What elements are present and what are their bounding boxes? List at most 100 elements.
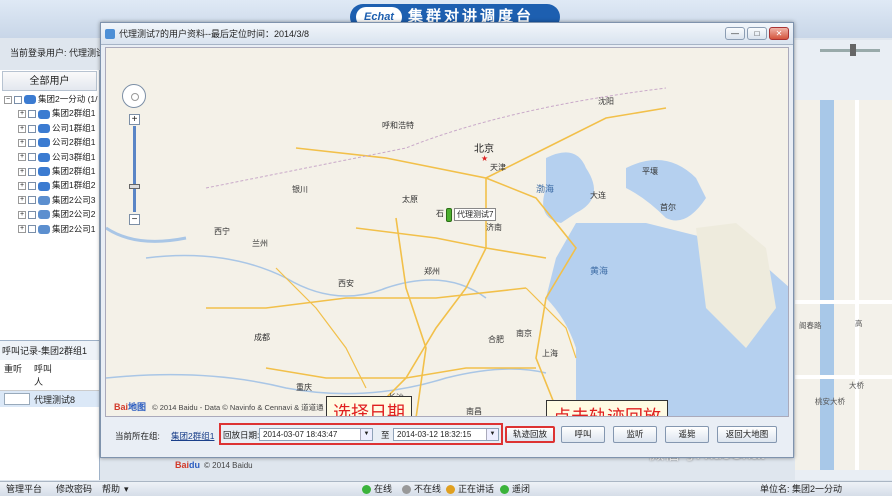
- expand-icon[interactable]: +: [18, 210, 26, 219]
- tree-item-label: 公司1群组1: [52, 122, 96, 133]
- pan-control[interactable]: [122, 84, 146, 108]
- offline-icon: [402, 485, 411, 495]
- help-dropdown-icon[interactable]: ▾: [124, 482, 129, 496]
- group-icon: [38, 195, 50, 205]
- city-label: 南昌: [466, 407, 482, 416]
- date-to-field[interactable]: 2014-03-12 18:32:15 ▼: [393, 428, 499, 441]
- expand-icon[interactable]: +: [18, 138, 26, 147]
- road: [855, 100, 859, 470]
- call-log-row[interactable]: 代理测试8: [0, 391, 99, 407]
- user-info-dialog: 代理测试7的用户资料--最后定位时间：2014/3/8 — □ ✕ + − 沈阳…: [100, 22, 794, 458]
- tree-item-label: 集团2群组1: [52, 165, 96, 176]
- zoom-slider[interactable]: [133, 126, 136, 212]
- expand-icon[interactable]: +: [18, 110, 26, 119]
- remote-icon: [500, 485, 509, 495]
- city-label: 银川: [292, 185, 308, 194]
- tree-checkbox[interactable]: [28, 167, 36, 176]
- group-icon: [38, 124, 50, 134]
- location-pin-icon: [446, 208, 452, 222]
- expand-icon[interactable]: +: [18, 167, 26, 176]
- city-label: 合肥: [488, 335, 504, 344]
- expand-icon[interactable]: +: [18, 196, 26, 205]
- expand-icon[interactable]: +: [18, 182, 26, 191]
- menu-help[interactable]: 帮助: [102, 482, 120, 496]
- map-view[interactable]: + − 沈阳 呼和浩特 北京 天津 大连 平壤 首尔 银川 太原 石 济南 西宁…: [105, 47, 789, 417]
- expand-icon[interactable]: +: [18, 124, 26, 133]
- app-icon: [105, 29, 115, 39]
- zoom-slider-knob[interactable]: [129, 184, 140, 189]
- all-users-tab[interactable]: 全部用户: [2, 71, 97, 91]
- tree-checkbox[interactable]: [28, 182, 36, 191]
- city-label: 成都: [254, 333, 270, 342]
- dialog-title: 代理测试7的用户资料--最后定位时间：2014/3/8: [119, 29, 310, 39]
- tree-checkbox[interactable]: [28, 225, 36, 234]
- group-icon: [38, 109, 50, 119]
- close-button[interactable]: ✕: [769, 27, 789, 40]
- call-log-panel: 呼叫记录-集团2群组1 重听 呼叫人 代理测试8: [0, 340, 100, 480]
- menu-change-password[interactable]: 修改密码: [56, 482, 92, 496]
- date-range-box: 回放日期: 2014-03-07 18:43:47 ▼ 至 2014-03-12…: [219, 423, 503, 445]
- tree-checkbox[interactable]: [14, 95, 22, 104]
- tree-item[interactable]: + 公司2群组1: [0, 135, 99, 149]
- calendar-dropdown-icon[interactable]: ▼: [360, 429, 372, 440]
- callout-click-playback: 点击轨迹回放: [546, 400, 668, 416]
- online-icon: [362, 485, 371, 495]
- tree-item[interactable]: + 集团2群组1: [0, 106, 99, 120]
- dialog-titlebar[interactable]: 代理测试7的用户资料--最后定位时间：2014/3/8 — □ ✕: [101, 23, 793, 45]
- back-to-map-button[interactable]: 返回大地图: [717, 426, 777, 443]
- tree-item[interactable]: + 集团2公司3: [0, 193, 99, 207]
- maximize-button[interactable]: □: [747, 27, 767, 40]
- menu-manage[interactable]: 管理平台: [6, 482, 42, 496]
- to-label: 至: [381, 430, 390, 440]
- tree-checkbox[interactable]: [28, 196, 36, 205]
- tree-item-label: 集团2一分动 (1/: [38, 94, 98, 104]
- track-playback-button[interactable]: 轨迹回放: [505, 426, 555, 443]
- online-label: 在线: [374, 484, 393, 494]
- tree-checkbox[interactable]: [28, 210, 36, 219]
- replay-button[interactable]: [4, 393, 30, 405]
- expand-icon[interactable]: +: [18, 225, 26, 234]
- tree-item[interactable]: + 集团2公司1: [0, 222, 99, 236]
- minimize-button[interactable]: —: [725, 27, 745, 40]
- tree-item[interactable]: + 集团1群组2: [0, 178, 99, 192]
- tree-checkbox[interactable]: [28, 124, 36, 133]
- disconnect-button[interactable]: 遥毙: [665, 426, 709, 443]
- map-label: 大桥: [849, 381, 864, 390]
- city-label: 重庆: [296, 383, 312, 392]
- city-label: 济南: [486, 223, 502, 232]
- tree-checkbox[interactable]: [28, 110, 36, 119]
- expand-icon[interactable]: +: [18, 153, 26, 162]
- tree-checkbox[interactable]: [28, 138, 36, 147]
- tree-item[interactable]: + 集团2群组1: [0, 164, 99, 178]
- map-label: 桃安大桥: [815, 397, 845, 406]
- marker-label: 代理测试7: [454, 208, 497, 221]
- tree-item-label: 集团2公司1: [52, 223, 96, 234]
- tree-checkbox[interactable]: [28, 153, 36, 162]
- volume-slider-knob[interactable]: [850, 44, 856, 56]
- unit-name: 单位名: 集团2一分动: [760, 484, 843, 494]
- city-label: 兰州: [252, 239, 268, 248]
- tree-item[interactable]: + 公司3群组1: [0, 150, 99, 164]
- listen-button[interactable]: 监听: [613, 426, 657, 443]
- zoom-in-button[interactable]: +: [129, 114, 140, 125]
- tree-item-label: 集团1群组2: [52, 180, 96, 191]
- date-from-field[interactable]: 2014-03-07 18:43:47 ▼: [259, 428, 373, 441]
- zoom-out-button[interactable]: −: [129, 214, 140, 225]
- call-log-title: 呼叫记录-集团2群组1: [0, 341, 99, 360]
- offline-label: 不在线: [414, 484, 442, 494]
- group-icon: [38, 167, 50, 177]
- tree-item[interactable]: + 公司1群组1: [0, 121, 99, 135]
- call-button[interactable]: 呼叫: [561, 426, 605, 443]
- baidu-logo: Baidu: [175, 460, 201, 470]
- group-icon: [38, 224, 50, 234]
- calendar-dropdown-icon[interactable]: ▼: [486, 429, 498, 440]
- tree-item-label: 集团2群组1: [52, 108, 96, 119]
- collapse-icon[interactable]: −: [4, 95, 12, 104]
- city-label: 呼和浩特: [382, 121, 414, 130]
- tree-item[interactable]: + 集团2公司2: [0, 207, 99, 221]
- group-icon: [38, 152, 50, 162]
- tree-item[interactable]: − 集团2一分动 (1/: [0, 92, 99, 106]
- date-label: 回放日期:: [223, 430, 260, 440]
- group-value-link[interactable]: 集团2群组1: [171, 430, 214, 442]
- tree-item-label: 集团2公司3: [52, 194, 96, 205]
